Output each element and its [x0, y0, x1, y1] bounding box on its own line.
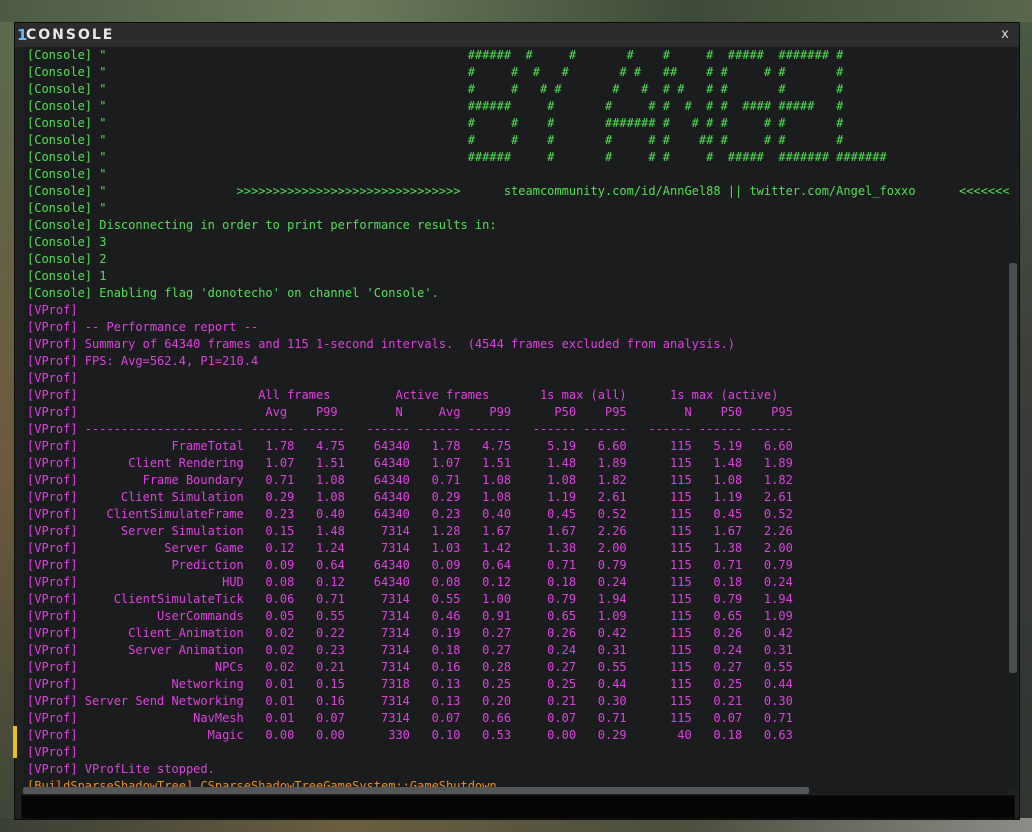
- selection-marker: [13, 726, 17, 758]
- console-input[interactable]: [22, 796, 1014, 818]
- log-line-vprof: [VProf] Server Simulation 0.15 1.48 7314…: [27, 524, 793, 538]
- log-line-vprof: [VProf] Prediction 0.09 0.64 64340 0.09 …: [27, 558, 793, 572]
- background-scene-right: [1020, 22, 1032, 832]
- console-title: CONSOLE: [26, 27, 115, 43]
- log-line-vprof: [VProf] NavMesh 0.01 0.07 7314 0.07 0.66…: [27, 711, 793, 725]
- log-line-console: [Console] 1: [27, 269, 107, 283]
- log-line-console: [Console] " ###### # # # # # ##### #####…: [27, 150, 887, 164]
- background-scene-top: [0, 0, 1032, 22]
- log-line-vprof: [VProf] Server Animation 0.02 0.23 7314 …: [27, 643, 793, 657]
- log-line-build: [BuildSparseShadowTree] CSparseShadowTre…: [27, 779, 497, 787]
- log-line-console: [Console] 2: [27, 252, 107, 266]
- log-line-console: [Console] " # # # # # # # # # # # #: [27, 82, 844, 96]
- log-line-vprof: [VProf] VProfLite stopped.: [27, 762, 215, 776]
- console-window: 1 CONSOLE x [Console] " ###### # # # # #…: [13, 22, 1020, 820]
- log-line-vprof: [VProf] ClientSimulateFrame 0.23 0.40 64…: [27, 507, 793, 521]
- log-line-vprof: [VProf] FPS: Avg=562.4, P1=210.4: [27, 354, 259, 368]
- console-input-bar: [21, 795, 1015, 819]
- log-line-console: [Console] " # # # # # # ## # # # #: [27, 133, 844, 147]
- log-line-console: [Console] " ###### # # # # # # # #### ##…: [27, 99, 844, 113]
- close-button[interactable]: x: [997, 26, 1013, 44]
- log-line-console: [Console] ": [27, 201, 107, 215]
- log-line-vprof: [VProf] Client Rendering 1.07 1.51 64340…: [27, 456, 793, 470]
- log-line-console: [Console] Disconnecting in order to prin…: [27, 218, 497, 232]
- log-line-vprof: [VProf] ---------------------- ------ --…: [27, 422, 793, 436]
- console-log[interactable]: [Console] " ###### # # # # # ##### #####…: [23, 47, 1009, 787]
- log-line-vprof: [VProf] Avg P99 N Avg P99 P50 P95 N P50 …: [27, 405, 793, 419]
- log-line-vprof: [VProf] NPCs 0.02 0.21 7314 0.16 0.28 0.…: [27, 660, 793, 674]
- vertical-scrollbar-thumb[interactable]: [1009, 263, 1017, 673]
- console-titlebar[interactable]: 1 CONSOLE x: [15, 23, 1019, 47]
- log-line-console: [Console] Enabling flag 'donotecho' on c…: [27, 286, 439, 300]
- log-line-vprof: [VProf] All frames Active frames 1s max …: [27, 388, 779, 402]
- log-line-vprof: [VProf] -- Performance report --: [27, 320, 259, 334]
- log-line-console: [Console] 3: [27, 235, 107, 249]
- log-line-console: [Console] " # # # # # # ## # # # # #: [27, 65, 844, 79]
- log-line-vprof: [VProf] Client_Animation 0.02 0.22 7314 …: [27, 626, 793, 640]
- log-line-vprof: [VProf] Magic 0.00 0.00 330 0.10 0.53 0.…: [27, 728, 793, 742]
- console-log-content: [Console] " ###### # # # # # ##### #####…: [27, 47, 1009, 787]
- log-line-console: [Console] " # # # ####### # # # # # # #: [27, 116, 844, 130]
- log-line-vprof: [VProf] UserCommands 0.05 0.55 7314 0.46…: [27, 609, 793, 623]
- log-line-vprof: [VProf] ClientSimulateTick 0.06 0.71 731…: [27, 592, 793, 606]
- log-line-vprof: [VProf] Server Send Networking 0.01 0.16…: [27, 694, 793, 708]
- log-line-vprof: [VProf] Summary of 64340 frames and 115 …: [27, 337, 736, 351]
- horizontal-scrollbar-thumb[interactable]: [23, 787, 809, 794]
- log-line-console: [Console] " ###### # # # # # ##### #####…: [27, 48, 844, 62]
- log-line-vprof: [VProf] Server Game 0.12 1.24 7314 1.03 …: [27, 541, 793, 555]
- log-line-vprof: [VProf]: [27, 745, 78, 759]
- log-line-vprof: [VProf] Frame Boundary 0.71 1.08 64340 0…: [27, 473, 793, 487]
- log-line-vprof: [VProf]: [27, 303, 78, 317]
- log-line-vprof: [VProf] Networking 0.01 0.15 7318 0.13 0…: [27, 677, 793, 691]
- log-line-console: [Console] " >>>>>>>>>>>>>>>>>>>>>>>>>>>>…: [27, 184, 1009, 198]
- log-line-vprof: [VProf]: [27, 371, 78, 385]
- background-scene-bottom: [0, 818, 1032, 832]
- log-line-vprof: [VProf] HUD 0.08 0.12 64340 0.08 0.12 0.…: [27, 575, 793, 589]
- log-line-vprof: [VProf] Client Simulation 0.29 1.08 6434…: [27, 490, 793, 504]
- log-line-vprof: [VProf] FrameTotal 1.78 4.75 64340 1.78 …: [27, 439, 793, 453]
- log-line-console: [Console] ": [27, 167, 107, 181]
